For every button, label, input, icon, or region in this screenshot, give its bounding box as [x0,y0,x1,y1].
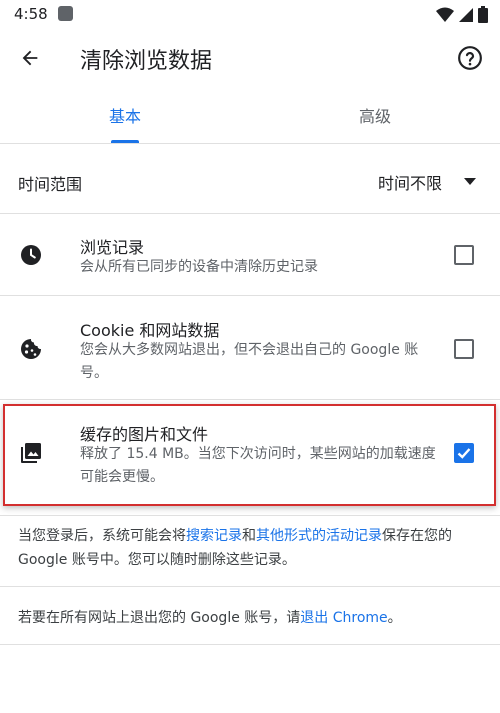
signout-chrome-link[interactable]: 退出 Chrome [300,610,387,626]
time-range-row: 时间范围 时间不限 [0,150,500,214]
option-description: 您会从大多数网站退出，但不会退出自己的 Google 账号。 [80,342,419,381]
tab-advanced[interactable]: 高级 [250,86,500,144]
signal-icon [459,7,473,22]
signout-text: 若要在所有网站上退出您的 Google 账号，请 [18,610,301,626]
option-description: 会从所有已同步的设备中清除历史记录 [80,259,318,275]
signout-text: 。 [387,610,402,626]
dropdown-arrow-icon [464,178,476,185]
history-checkbox[interactable] [454,245,474,265]
footer-note: 当您登录后，系统可能会将搜索记录和其他形式的活动记录保存在您的 Google 账… [18,524,484,572]
time-range-value: 时间不限 [377,174,442,193]
help-icon [458,46,482,70]
help-button[interactable] [454,42,486,74]
tab-basic[interactable]: 基本 [0,86,250,144]
highlight-box [3,404,496,506]
page-title: 清除浏览数据 [80,49,213,74]
status-bar: 4:58 [0,0,500,30]
option-title: 浏览记录 [80,238,145,257]
footer-text: 和 [242,528,256,544]
footer-text: 当您登录后，系统可能会将 [18,528,186,544]
cookies-checkbox[interactable] [454,339,474,359]
back-button[interactable] [14,42,46,74]
time-range-dropdown[interactable]: 时间不限 [378,164,476,200]
option-title: Cookie 和网站数据 [80,321,220,340]
status-icons [436,6,488,23]
battery-icon [478,6,488,23]
divider [0,515,500,516]
arrow-back-icon [22,50,38,66]
divider [0,586,500,587]
app-bar: 清除浏览数据 [0,30,500,86]
option-row-history[interactable]: 浏览记录 会从所有已同步的设备中清除历史记录 [0,215,500,296]
tab-selected-indicator [111,140,139,143]
option-row-cookies[interactable]: Cookie 和网站数据 您会从大多数网站退出，但不会退出自己的 Google … [0,296,500,400]
signout-note: 若要在所有网站上退出您的 Google 账号，请退出 Chrome。 [18,606,484,630]
wifi-icon [436,7,454,22]
time-range-label: 时间范围 [18,175,83,194]
tab-bar: 基本 高级 [0,86,500,144]
clock-icon [18,242,44,268]
divider [0,644,500,645]
other-activity-link[interactable]: 其他形式的活动记录 [256,528,382,544]
app-notification-icon [58,6,73,21]
search-history-link[interactable]: 搜索记录 [186,528,242,544]
status-time: 4:58 [14,5,48,23]
cookie-icon [18,336,44,362]
